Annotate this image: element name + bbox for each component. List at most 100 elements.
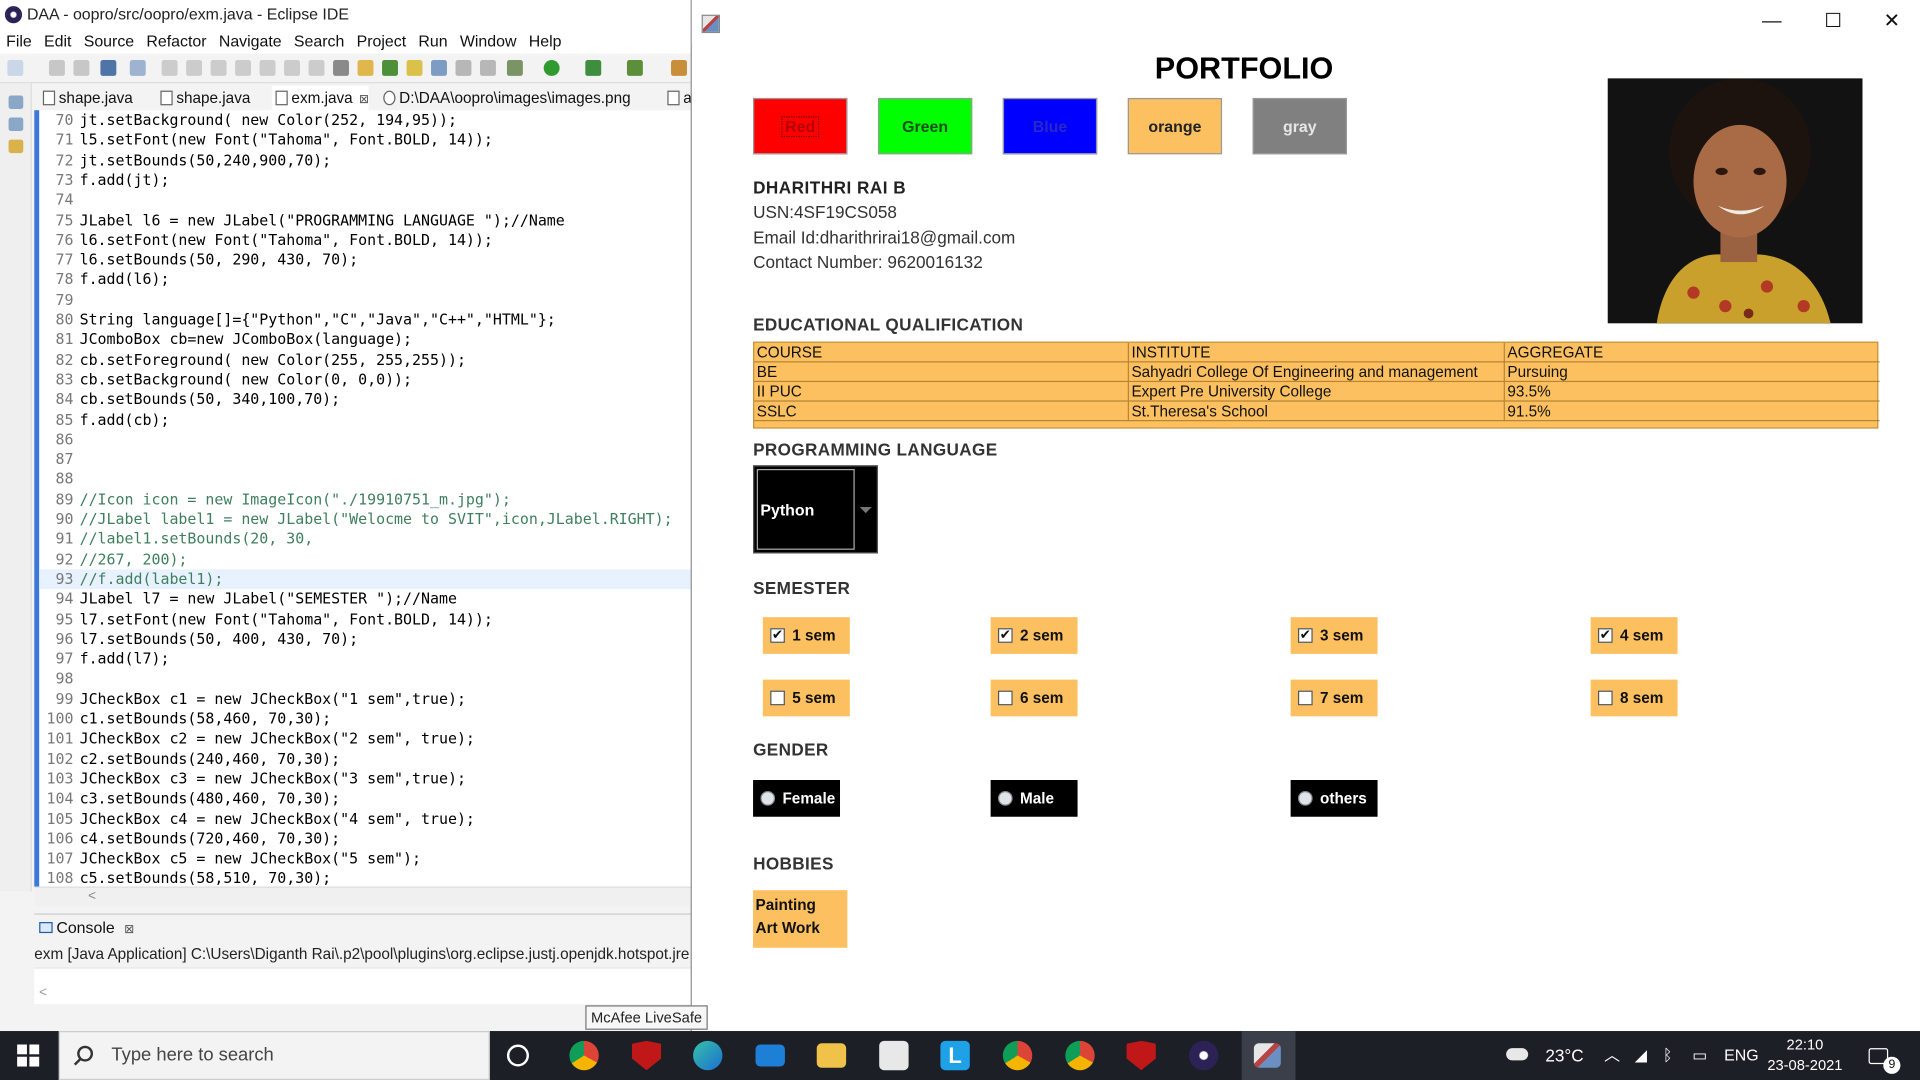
close-tab-icon[interactable]: ⊠ <box>359 93 369 106</box>
word-wrap-icon[interactable] <box>455 60 472 76</box>
console-tab[interactable]: Console ⊠ <box>34 913 692 940</box>
skip-breakpoints-icon[interactable] <box>129 60 146 76</box>
outline-icon[interactable] <box>8 139 24 154</box>
disconnect-icon[interactable] <box>235 60 252 76</box>
code-editor[interactable]: 70 jt.setBackground( new Color(252, 194,9… <box>34 110 692 887</box>
semester-8-checkbox[interactable]: 8 sem <box>1590 679 1678 717</box>
editor-horizontal-scrollbar[interactable]: < <box>34 886 692 907</box>
code-line[interactable]: 86 <box>39 430 692 450</box>
code-line[interactable]: 95 l7.setFont(new Font("Tahoma", Font.BOL… <box>39 609 692 629</box>
menu-file[interactable]: File <box>0 29 38 53</box>
tab-overflow[interactable]: a <box>664 86 692 110</box>
code-line[interactable]: 71 l5.setFont(new Font("Tahoma", Font.BOL… <box>39 130 692 150</box>
semester-5-checkbox[interactable]: 5 sem <box>762 679 850 717</box>
semester-7-checkbox[interactable]: 7 sem <box>1290 679 1378 717</box>
green-button[interactable]: Green <box>877 97 973 155</box>
chrome-profile-icon[interactable] <box>569 1040 599 1071</box>
app-l-icon[interactable]: L <box>940 1040 970 1071</box>
debug-icon[interactable] <box>506 60 523 76</box>
close-button[interactable]: ✕ <box>1877 10 1906 34</box>
code-line[interactable]: 105 JCheckBox c4 = new JCheckBox("4 sem",… <box>39 809 692 829</box>
code-line[interactable]: 91 //label1.setBounds(20, 30, <box>39 529 692 549</box>
chrome-icon[interactable] <box>1002 1040 1033 1071</box>
store-icon[interactable] <box>879 1040 909 1071</box>
console-scroll-left-arrow[interactable]: < <box>39 986 47 1001</box>
menu-navigate[interactable]: Navigate <box>213 29 288 53</box>
battery-icon[interactable]: ▭ <box>1692 1031 1707 1080</box>
mail-icon[interactable] <box>755 1044 785 1067</box>
mark-occurrences-icon[interactable] <box>406 60 423 76</box>
scroll-left-arrow[interactable]: < <box>88 889 96 904</box>
temperature[interactable]: 23°C <box>1545 1031 1583 1080</box>
package-explorer-icon[interactable] <box>8 95 24 109</box>
external-tools-icon[interactable] <box>626 60 643 76</box>
suspend-icon[interactable] <box>186 60 203 76</box>
semester-1-checkbox[interactable]: ✔ 1 sem <box>762 617 850 654</box>
eclipse-taskbar-icon[interactable] <box>1188 1040 1219 1071</box>
code-line[interactable]: 93 //f.add(label1); <box>39 569 692 589</box>
tab-shape-java-1[interactable]: shape.java <box>39 86 133 110</box>
type-hierarchy-icon[interactable] <box>8 117 24 132</box>
code-line[interactable]: 99 JCheckBox c1 = new JCheckBox("1 sem",t… <box>39 689 692 709</box>
code-line[interactable]: 103 JCheckBox c3 = new JCheckBox("3 sem",… <box>39 769 692 789</box>
close-console-icon[interactable]: ⊠ <box>124 923 134 936</box>
code-line[interactable]: 84 cb.setBounds(50, 340,100,70); <box>39 390 692 410</box>
hobbies-text-area[interactable]: Painting Art Work <box>753 890 848 948</box>
show-hidden-icons-icon[interactable]: ︿ <box>1604 1031 1620 1080</box>
menu-project[interactable]: Project <box>350 29 412 53</box>
code-line[interactable]: 104 c3.setBounds(480,460, 70,30); <box>39 789 692 809</box>
maximize-button[interactable]: ☐ <box>1818 10 1847 34</box>
new-file-icon[interactable] <box>7 60 24 76</box>
semester-4-checkbox[interactable]: ✔ 4 sem <box>1590 617 1678 654</box>
menu-window[interactable]: Window <box>454 29 523 53</box>
open-task-icon[interactable] <box>357 60 374 76</box>
gray-button[interactable]: gray <box>1252 97 1347 155</box>
minimize-button[interactable]: — <box>1757 10 1786 34</box>
save-all-icon[interactable] <box>73 60 90 76</box>
gender-female-radio[interactable]: Female <box>753 780 841 817</box>
coverage-icon[interactable] <box>585 60 602 76</box>
code-line[interactable]: 78 f.add(l6); <box>39 270 692 290</box>
tab-shape-java-2[interactable]: shape.java <box>157 86 250 110</box>
terminate-icon[interactable] <box>210 60 227 76</box>
show-whitespace-icon[interactable] <box>480 60 496 76</box>
task-view-icon[interactable] <box>506 1044 529 1067</box>
code-line[interactable]: 81 JComboBox cb=new JComboBox(language); <box>39 330 692 350</box>
menu-edit[interactable]: Edit <box>38 29 78 53</box>
open-type-icon[interactable] <box>382 60 398 76</box>
code-line[interactable]: 107 JCheckBox c5 = new JCheckBox("5 sem")… <box>39 849 692 869</box>
semester-6-checkbox[interactable]: 6 sem <box>990 679 1078 717</box>
code-line[interactable]: 76 l6.setFont(new Font("Tahoma", Font.BOL… <box>39 230 692 250</box>
code-line[interactable]: 72 jt.setBounds(50,240,900,70); <box>39 150 692 170</box>
code-line[interactable]: 89 //Icon icon = new ImageIcon("./1991075… <box>39 489 692 509</box>
step-return-icon[interactable] <box>308 60 325 76</box>
code-line[interactable]: 100 c1.setBounds(58,460, 70,30); <box>39 709 692 729</box>
code-line[interactable]: 77 l6.setBounds(50, 290, 430, 70); <box>39 250 692 270</box>
gender-others-radio[interactable]: others <box>1290 780 1378 817</box>
bluetooth-icon[interactable]: ᛒ <box>1663 1031 1673 1080</box>
code-line[interactable]: 108 c5.setBounds(58,510, 70,30); <box>39 869 692 887</box>
code-line[interactable]: 90 //JLabel label1 = new JLabel("Welocme … <box>39 509 692 529</box>
new-java-project-icon[interactable] <box>671 60 687 76</box>
weather-icon[interactable] <box>1506 1031 1535 1080</box>
gender-male-radio[interactable]: Male <box>990 780 1078 817</box>
red-button[interactable]: Red <box>753 97 848 155</box>
taskbar-clock[interactable]: 22:10 23-08-2021 <box>1753 1035 1856 1077</box>
mcafee-icon[interactable] <box>631 1040 662 1071</box>
tab-exm-java[interactable]: exm.java ⊠ <box>271 85 370 111</box>
tab-images-png[interactable]: D:\DAA\oopro\images\images.png <box>380 86 631 110</box>
code-line[interactable]: 96 l7.setBounds(50, 400, 430, 70); <box>39 629 692 649</box>
chevron-down-icon[interactable] <box>859 506 872 514</box>
step-over-icon[interactable] <box>284 60 301 76</box>
language-combo-box[interactable]: Python <box>753 465 878 554</box>
menu-search[interactable]: Search <box>288 29 351 53</box>
toggle-icon[interactable] <box>333 60 349 76</box>
blue-button[interactable]: Blue <box>1002 97 1098 155</box>
code-line[interactable]: 73 f.add(jt); <box>39 170 692 190</box>
console-view-icon[interactable] <box>100 60 117 76</box>
step-into-icon[interactable] <box>259 60 276 76</box>
code-line[interactable]: 102 c2.setBounds(240,460, 70,30); <box>39 749 692 769</box>
save-icon[interactable] <box>48 60 65 76</box>
menu-refactor[interactable]: Refactor <box>140 29 212 53</box>
menu-help[interactable]: Help <box>523 29 568 53</box>
